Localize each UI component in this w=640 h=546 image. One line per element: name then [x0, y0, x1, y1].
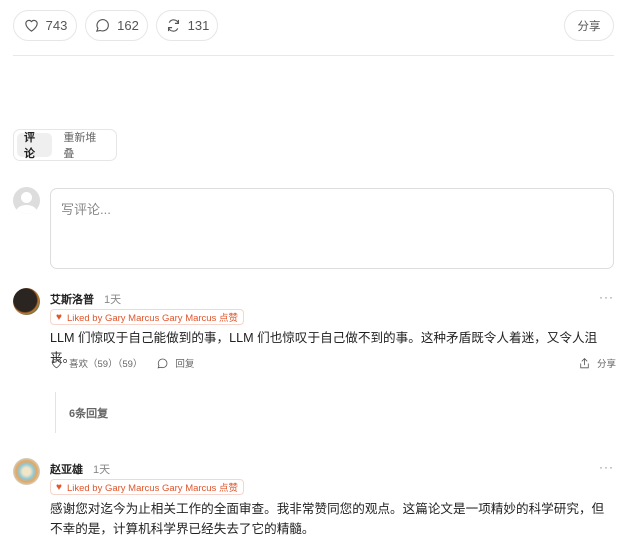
heart-icon[interactable]: [50, 357, 63, 370]
comment-count: 162: [117, 18, 139, 33]
comment-tabs: 评论 重新堆叠: [13, 129, 117, 161]
comment-time: 1天: [93, 464, 111, 476]
comment-input[interactable]: 写评论...: [50, 188, 614, 269]
comment-share-button[interactable]: 分享: [578, 356, 616, 370]
comment-icon: [96, 19, 110, 32]
comment-author[interactable]: 艾斯洛普 1天: [50, 291, 121, 307]
divider: [13, 55, 614, 56]
commenter-avatar[interactable]: [13, 458, 40, 485]
liked-by-badge: ♥ Liked by Gary Marcus Gary Marcus 点赞: [50, 479, 244, 495]
comment-button[interactable]: 162: [85, 10, 148, 41]
tab-restacks[interactable]: 重新堆叠: [56, 132, 113, 160]
restack-icon: [167, 19, 179, 32]
reply-icon[interactable]: [156, 357, 169, 370]
share-icon: [580, 357, 589, 368]
like-count: 743: [45, 18, 68, 33]
comment-time: 1天: [104, 294, 122, 306]
more-options-icon[interactable]: ···: [599, 290, 614, 304]
comment-actions: 喜欢（59）（59） 回复: [50, 356, 194, 370]
share-button[interactable]: 分享: [564, 10, 614, 41]
more-options-icon[interactable]: ···: [599, 460, 614, 474]
restack-button[interactable]: 131: [156, 10, 218, 41]
heart-icon: [24, 19, 38, 32]
comment-author[interactable]: 赵亚雄 1天: [50, 461, 110, 477]
restack-count: 131: [187, 18, 210, 33]
commenter-avatar[interactable]: [13, 288, 40, 315]
view-replies-button[interactable]: 6条回复: [69, 405, 108, 421]
tab-comments[interactable]: 评论: [17, 132, 53, 160]
share-label: 分享: [577, 20, 601, 33]
heart-filled-icon: ♥: [56, 311, 62, 323]
like-button[interactable]: 743: [13, 10, 77, 41]
thread-line: [55, 392, 56, 433]
reply-button[interactable]: 回复: [175, 356, 194, 370]
like-comment-button[interactable]: 喜欢（59）（59）: [69, 356, 142, 370]
comment-text: 感谢您对迄今为止相关工作的全面审查。我非常赞同您的观点。这篇论文是一项精妙的科学…: [50, 502, 605, 536]
liked-by-text: Liked by Gary Marcus Gary Marcus 点赞: [66, 313, 238, 324]
liked-by-text: Liked by Gary Marcus Gary Marcus 点赞: [66, 483, 238, 494]
heart-filled-icon: ♥: [56, 481, 62, 493]
liked-by-badge: ♥ Liked by Gary Marcus Gary Marcus 点赞: [50, 309, 244, 325]
share-label: 分享: [597, 359, 617, 370]
user-avatar: [13, 187, 40, 214]
